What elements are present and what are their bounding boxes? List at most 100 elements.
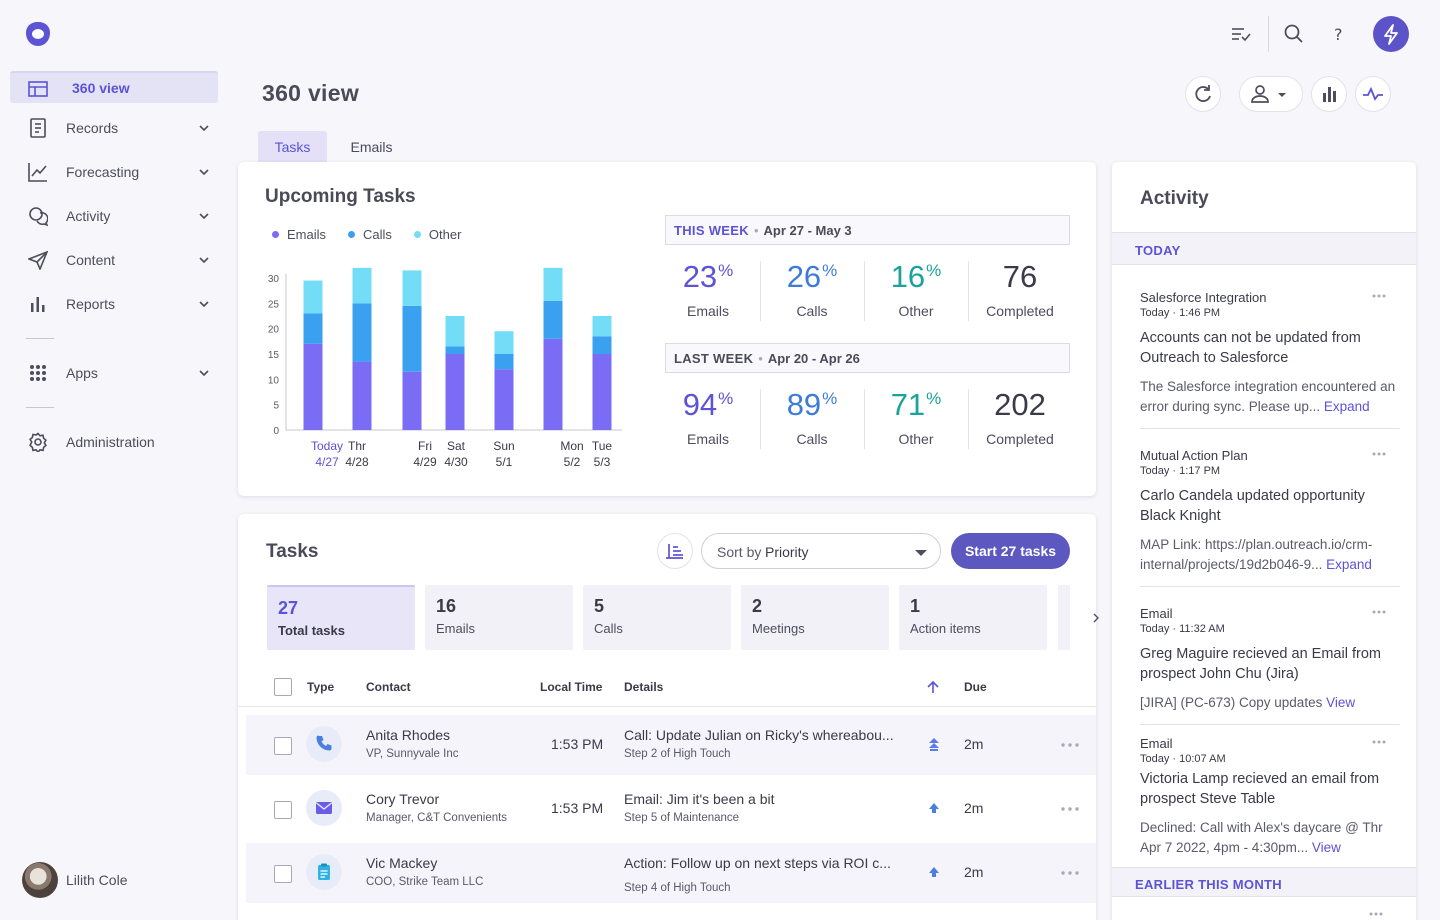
activity-link[interactable]: View [1312, 840, 1341, 855]
send-icon [28, 250, 48, 270]
more-icon[interactable] [1061, 807, 1079, 811]
column-due[interactable]: Due [964, 680, 987, 694]
sidebar-item-reports[interactable]: Reports [10, 288, 218, 320]
column-local-time[interactable]: Local Time [540, 680, 602, 694]
x-date-label: 4/30 [444, 455, 468, 469]
start-tasks-button[interactable]: Start 27 tasks [951, 533, 1070, 569]
bar-emails-4-28[interactable] [352, 361, 372, 430]
bar-other-5-1[interactable] [494, 331, 514, 354]
more-icon[interactable] [1061, 743, 1079, 747]
select-all-checkbox[interactable] [274, 678, 292, 696]
y-tick-label: 10 [268, 375, 280, 386]
sidebar-item-administration[interactable]: Administration [10, 426, 218, 458]
summary-label: Action items [910, 621, 981, 636]
bolt-icon[interactable] [1373, 16, 1409, 52]
phone-icon [306, 726, 342, 762]
task-detail[interactable]: Call: Update Julian on Ricky's whereabou… [624, 727, 894, 743]
bar-emails-4-29[interactable] [402, 371, 422, 430]
bar-other-5-3[interactable] [592, 316, 612, 337]
activity-link[interactable]: View [1326, 695, 1355, 710]
row-checkbox[interactable] [274, 865, 292, 883]
table-row[interactable]: Cory Trevor Manager, C&T Convenients 1:53 … [246, 779, 1096, 839]
bar-other-4-28[interactable] [352, 267, 372, 304]
activity-item[interactable]: Email Today · 10:07 AM Victoria Lamp recie… [1140, 736, 1402, 858]
summary-card-meetings[interactable]: 2 Meetings [741, 585, 889, 650]
pulse-button[interactable] [1355, 76, 1391, 112]
table-row[interactable]: Vic Mackey COO, Strike Team LLC Action: Fo… [246, 843, 1096, 903]
bar-emails-5-1[interactable] [494, 369, 514, 430]
summary-card-total-tasks[interactable]: 27 Total tasks [267, 585, 415, 650]
legend-dot-other [413, 231, 421, 238]
task-detail[interactable]: Email: Jim it's been a bit [624, 791, 894, 807]
reports-button[interactable] [1311, 76, 1347, 112]
help-icon[interactable]: ? [1326, 22, 1350, 46]
outreach-logo-icon[interactable] [24, 20, 52, 48]
chevron-down-icon [198, 254, 210, 266]
activity-link[interactable]: Expand [1324, 399, 1370, 414]
tab-tasks[interactable]: Tasks [258, 131, 327, 163]
tab-emails[interactable]: Emails [340, 131, 403, 163]
chevron-down-icon [198, 298, 210, 310]
bar-calls-5-3[interactable] [592, 336, 612, 354]
row-checkbox[interactable] [274, 737, 292, 755]
more-icon[interactable] [1372, 294, 1386, 298]
contact-name[interactable]: Anita Rhodes [366, 727, 450, 743]
bar-emails-4-30[interactable] [445, 354, 465, 430]
bar-calls-4-28[interactable] [352, 303, 372, 362]
bar-other-4-29[interactable] [402, 270, 422, 306]
sidebar-item-records[interactable]: Records [10, 112, 218, 144]
x-day-label: Thr [348, 439, 366, 453]
bar-chart-icon [1323, 87, 1336, 102]
refresh-button[interactable] [1185, 76, 1221, 112]
bar-calls-5-2[interactable] [543, 300, 563, 339]
x-date-label: 5/3 [594, 455, 611, 469]
column-contact[interactable]: Contact [366, 680, 411, 694]
summary-card-emails[interactable]: 16 Emails [425, 585, 573, 650]
summary-card-calls[interactable]: 5 Calls [583, 585, 731, 650]
column-details[interactable]: Details [624, 680, 663, 694]
activity-item[interactable]: Mutual Action Plan Today · 1:17 PM Carlo C… [1140, 448, 1402, 575]
search-icon[interactable] [1282, 22, 1306, 46]
sidebar-item-activity[interactable]: Activity [10, 200, 218, 232]
bar-calls-4-30[interactable] [445, 346, 465, 354]
bar-calls-4-29[interactable] [402, 305, 422, 372]
bar-other-5-2[interactable] [543, 267, 563, 301]
chevron-right-icon[interactable] [1092, 612, 1100, 624]
bar-emails-4-27[interactable] [303, 343, 323, 430]
more-icon[interactable] [1372, 610, 1386, 614]
column-type[interactable]: Type [307, 680, 334, 694]
sidebar-item-apps[interactable]: Apps [10, 357, 218, 389]
this-week-range: Apr 27 - May 3 [763, 222, 852, 238]
bar-other-4-27[interactable] [303, 280, 323, 314]
task-detail[interactable]: Action: Follow up on next steps via ROI … [624, 855, 894, 871]
sidebar-item-360-view[interactable]: 360 view [10, 71, 218, 103]
user-profile[interactable]: Lilith Cole [22, 862, 222, 898]
sort-order-button[interactable] [657, 533, 693, 569]
stat-number: 71 [890, 387, 926, 422]
svg-text:?: ? [1334, 25, 1343, 44]
bar-emails-5-3[interactable] [592, 354, 612, 430]
bar-calls-4-27[interactable] [303, 313, 323, 344]
more-icon[interactable] [1372, 452, 1386, 456]
table-row[interactable]: Anita Rhodes VP, Sunnyvale Inc 1:53 PM Call… [246, 715, 1096, 775]
summary-card-action-items[interactable]: 1 Action items [899, 585, 1047, 650]
bar-emails-5-2[interactable] [543, 338, 563, 430]
contact-name[interactable]: Cory Trevor [366, 791, 439, 807]
row-checkbox[interactable] [274, 801, 292, 819]
sort-select[interactable]: Sort by Priority [701, 533, 941, 569]
user-filter-dropdown[interactable] [1239, 76, 1303, 112]
sidebar-item-content[interactable]: Content [10, 244, 218, 276]
activity-link[interactable]: Expand [1326, 557, 1372, 572]
task-list-icon[interactable] [1229, 22, 1253, 46]
bar-other-4-30[interactable] [445, 316, 465, 347]
contact-name[interactable]: Vic Mackey [366, 855, 437, 871]
activity-item[interactable]: Email Today · 11:32 AM Greg Maguire reciev… [1140, 606, 1402, 713]
more-icon[interactable] [1061, 871, 1079, 875]
activity-item[interactable]: Salesforce Integration Today · 1:46 PM Acc… [1140, 290, 1402, 417]
stat-unit: % [718, 389, 734, 408]
more-icon[interactable] [1372, 740, 1386, 744]
sort-arrow-up-icon[interactable] [926, 680, 940, 694]
more-icon[interactable] [1369, 912, 1383, 916]
bar-calls-5-1[interactable] [494, 354, 514, 370]
sidebar-item-forecasting[interactable]: Forecasting [10, 156, 218, 188]
